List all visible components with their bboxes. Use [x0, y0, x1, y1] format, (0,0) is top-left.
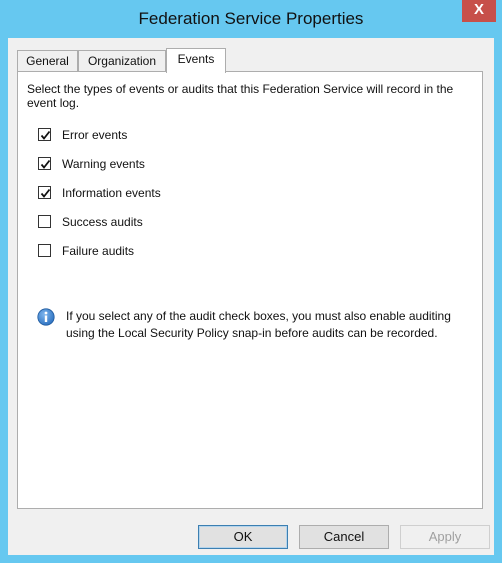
tab-organization[interactable]: Organization — [78, 50, 166, 71]
success-audits-checkbox[interactable] — [38, 215, 51, 228]
close-icon: X — [473, 1, 484, 18]
warning-events-label[interactable]: Warning events — [62, 156, 145, 172]
title-bar[interactable]: Federation Service Properties X — [0, 0, 502, 38]
checkmark-icon — [40, 188, 51, 198]
apply-button[interactable]: Apply — [400, 525, 490, 549]
ok-button[interactable]: OK — [198, 525, 288, 549]
checkmark-icon — [40, 130, 51, 140]
events-panel: Select the types of events or audits tha… — [17, 71, 483, 509]
checkmark-icon — [40, 159, 51, 169]
events-intro-text: Select the types of events or audits tha… — [27, 82, 454, 110]
audit-info-text: If you select any of the audit check box… — [66, 309, 451, 340]
information-events-label[interactable]: Information events — [62, 185, 161, 201]
info-icon — [37, 308, 55, 326]
error-events-label[interactable]: Error events — [62, 127, 127, 143]
tab-events[interactable]: Events — [166, 48, 226, 73]
failure-audits-checkbox[interactable] — [38, 244, 51, 257]
warning-events-checkbox[interactable] — [38, 157, 51, 170]
dialog-client-area: General Organization Events Select the t… — [8, 38, 494, 555]
cancel-button[interactable]: Cancel — [299, 525, 389, 549]
tab-general[interactable]: General — [17, 50, 78, 71]
close-button[interactable]: X — [462, 0, 496, 22]
information-events-checkbox[interactable] — [38, 186, 51, 199]
error-events-checkbox[interactable] — [38, 128, 51, 141]
window-title: Federation Service Properties — [138, 9, 364, 28]
dialog-window: Federation Service Properties X General … — [0, 0, 502, 563]
failure-audits-label[interactable]: Failure audits — [62, 243, 134, 259]
success-audits-label[interactable]: Success audits — [62, 214, 143, 230]
